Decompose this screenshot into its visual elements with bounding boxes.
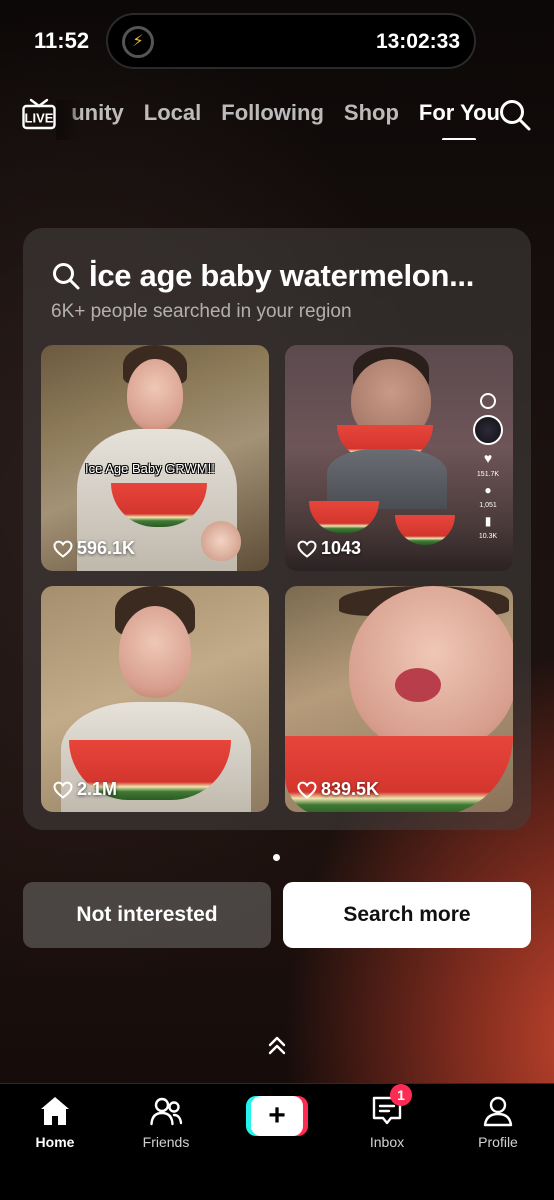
search-icon[interactable]: [498, 98, 532, 132]
island-timer: 13:02:33: [375, 30, 460, 53]
nav-friends[interactable]: Friends: [121, 1094, 211, 1150]
video-thumbnail[interactable]: ♥ 151.7K ● 1,051 ▮ 10.3K 1043: [285, 345, 513, 571]
like-count: 596.1K: [53, 538, 135, 559]
bottom-nav: Home Friends + 1 Inbox Profile: [0, 1083, 554, 1200]
live-icon[interactable]: LIVE: [22, 98, 56, 130]
video-side-actions: ♥ 151.7K ● 1,051 ▮ 10.3K: [473, 393, 503, 540]
nav-profile[interactable]: Profile: [453, 1094, 543, 1150]
heart-icon: [53, 540, 73, 558]
tab-local[interactable]: Local: [144, 100, 201, 126]
top-tabs: unity Local Following Shop For You: [56, 100, 500, 140]
profile-icon: [483, 1096, 513, 1127]
create-button[interactable]: +: [246, 1096, 308, 1136]
lips: [395, 668, 441, 702]
tab-for-you[interactable]: For You: [419, 100, 500, 140]
card-title[interactable]: İce age baby watermelon...: [51, 258, 474, 294]
live-icon-text: LIVE: [25, 111, 54, 126]
nav-home[interactable]: Home: [10, 1094, 100, 1150]
video-caption: Ice Age Baby GRWM!!: [85, 461, 215, 476]
at-icon: [480, 393, 496, 409]
home-icon: [41, 1097, 69, 1125]
heart-icon: ♥: [483, 450, 493, 466]
comment-icon: ●: [484, 483, 492, 497]
chevron-up-icon[interactable]: [266, 1034, 288, 1058]
search-icon: [53, 263, 80, 290]
page-indicator: [273, 854, 280, 861]
video-thumbnail[interactable]: 839.5K: [285, 586, 513, 812]
like-count: 2.1M: [53, 779, 117, 800]
card-subtitle: 6K+ people searched in your region: [51, 301, 352, 322]
notification-badge: 1: [390, 1084, 412, 1106]
search-term: İce age baby watermelon...: [89, 258, 475, 293]
tab-following[interactable]: Following: [221, 100, 324, 126]
dynamic-island[interactable]: ⚡ 13:02:33: [106, 13, 476, 69]
nav-inbox[interactable]: 1 Inbox: [342, 1084, 432, 1150]
search-more-button[interactable]: Search more: [283, 882, 531, 948]
heart-icon: [53, 781, 73, 799]
charging-bolt-icon: ⚡: [122, 26, 154, 58]
bookmark-icon: ▮: [484, 514, 492, 528]
tab-shop[interactable]: Shop: [344, 100, 399, 126]
heart-icon: [297, 540, 317, 558]
plus-icon: +: [251, 1096, 303, 1136]
status-time: 11:52: [34, 28, 90, 53]
video-thumbnail[interactable]: Ice Age Baby GRWM!! 596.1K: [41, 345, 269, 571]
like-count: 1043: [297, 538, 361, 559]
like-count: 839.5K: [297, 779, 379, 800]
not-interested-button[interactable]: Not interested: [23, 882, 271, 948]
video-thumbnail[interactable]: 2.1M: [41, 586, 269, 812]
avatar: [473, 415, 503, 445]
search-suggestion-card: İce age baby watermelon... 6K+ people se…: [23, 228, 531, 830]
friends-icon: [150, 1097, 183, 1126]
heart-icon: [297, 781, 317, 799]
